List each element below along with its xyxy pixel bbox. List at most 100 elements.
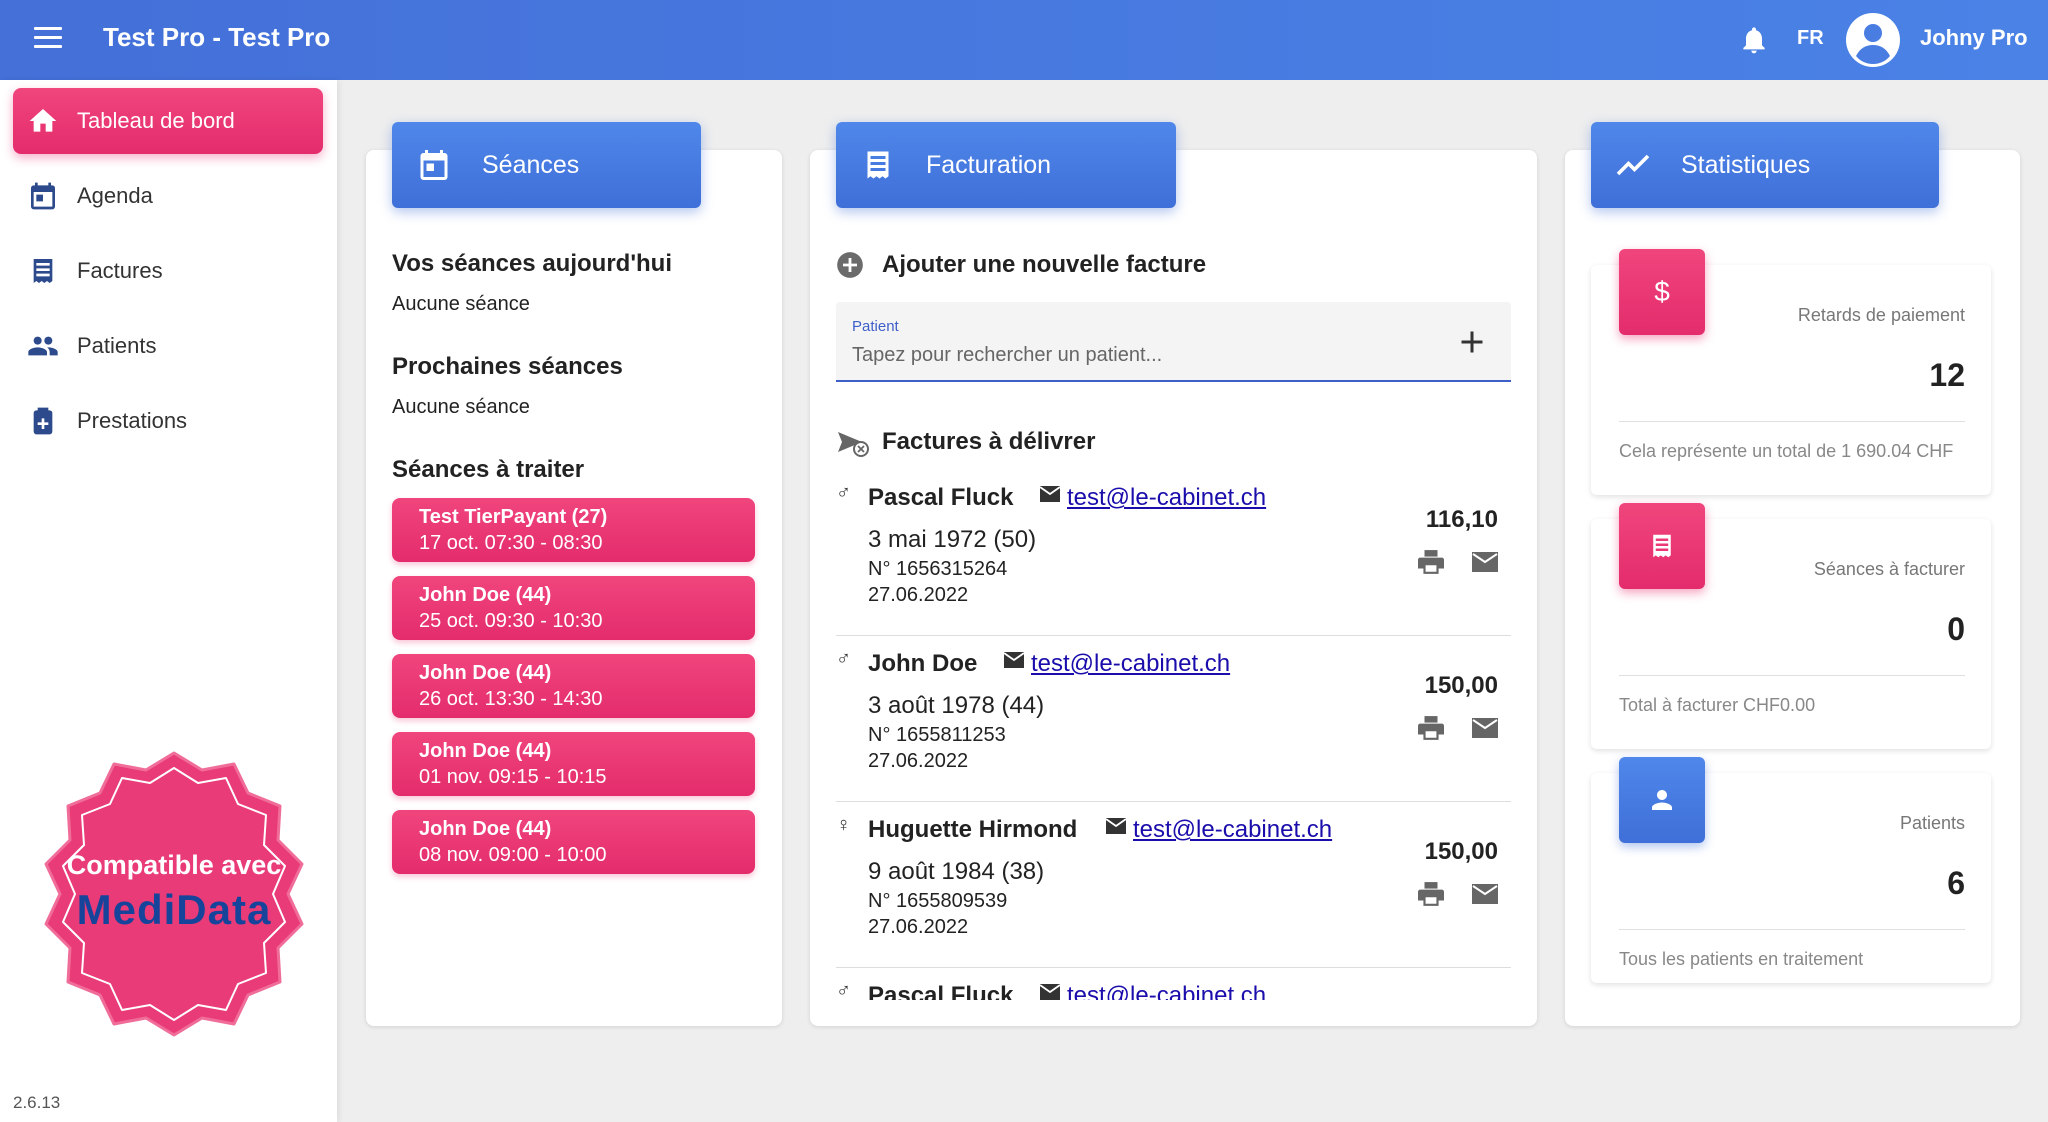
print-icon[interactable] <box>1418 882 1444 906</box>
session-patient: John Doe (44) <box>419 662 552 684</box>
patient-search-input[interactable] <box>852 340 1442 370</box>
language-switch[interactable]: FR <box>1797 27 1824 50</box>
patient-birthdate: 3 mai 1972 (50) <box>868 526 1037 553</box>
stat-value: 12 <box>1929 357 1965 393</box>
pending-session-item[interactable]: John Doe (44) 01 nov. 09:15 - 10:15 <box>392 732 755 796</box>
pending-session-item[interactable]: John Doe (44) 25 oct. 09:30 - 10:30 <box>392 576 755 640</box>
add-patient-icon[interactable] <box>1454 324 1490 360</box>
sidebar-item-label: Factures <box>77 258 163 283</box>
patient-name: Pascal Fluck <box>868 982 1014 1000</box>
sidebar: Tableau de bord Agenda Factures Patients… <box>0 80 337 1122</box>
add-invoice-title[interactable]: Ajouter une nouvelle facture <box>882 251 1206 279</box>
patient-field-label: Patient <box>852 318 899 335</box>
print-icon[interactable] <box>1418 716 1444 740</box>
send-email-icon[interactable] <box>1472 718 1498 738</box>
pending-session-item[interactable]: John Doe (44) 08 nov. 09:00 - 10:00 <box>392 810 755 874</box>
app-title: Test Pro - Test Pro <box>103 22 331 52</box>
session-time: 01 nov. 09:15 - 10:15 <box>419 766 607 788</box>
invoice-date: 27.06.2022 <box>868 916 969 938</box>
invoice-amount: 116,10 <box>1425 506 1498 533</box>
invoice-row[interactable]: ♂ Pascal Fluck test@le-cabinet.ch <box>836 968 1511 1000</box>
stat-footer: Total à facturer CHF0.00 <box>1619 695 1816 715</box>
next-sessions-title: Prochaines séances <box>392 353 623 380</box>
people-icon <box>28 336 58 356</box>
stat-label: Retards de paiement <box>1797 305 1965 325</box>
invoices-to-deliver-title: Factures à délivrer <box>882 428 1096 455</box>
patient-name: John Doe <box>868 650 978 677</box>
invoice-date: 27.06.2022 <box>868 750 969 772</box>
calendar-icon <box>420 150 448 180</box>
invoice-amount: 150,00 <box>1424 838 1498 865</box>
badge-line-2: MediData <box>76 886 272 933</box>
email-icon <box>1004 652 1024 668</box>
stat-footer: Tous les patients en traitement <box>1619 949 1864 969</box>
medical-kit-icon <box>33 407 53 435</box>
sessions-header-title: Séances <box>482 150 580 179</box>
pending-session-item[interactable]: John Doe (44) 26 oct. 13:30 - 14:30 <box>392 654 755 718</box>
session-patient: John Doe (44) <box>419 818 552 840</box>
no-send-icon <box>838 432 869 457</box>
patient-email-link[interactable]: test@le-cabinet.ch <box>1067 982 1266 1000</box>
print-icon[interactable] <box>1418 550 1444 574</box>
send-email-icon[interactable] <box>1472 884 1498 904</box>
statistics-header-title: Statistiques <box>1681 150 1811 179</box>
sidebar-item-patients[interactable]: Patients <box>13 313 323 379</box>
invoice-list: ♂ Pascal Fluck test@le-cabinet.ch 3 mai … <box>836 470 1511 1000</box>
send-email-icon[interactable] <box>1472 552 1498 572</box>
patient-name: Pascal Fluck <box>868 484 1014 511</box>
invoice-row[interactable]: ♂ John Doe test@le-cabinet.ch 3 août 197… <box>836 636 1511 802</box>
sidebar-item-label: Patients <box>77 333 157 358</box>
menu-icon[interactable] <box>34 27 62 49</box>
session-patient: John Doe (44) <box>419 584 552 606</box>
billing-header-title: Facturation <box>926 150 1052 179</box>
sidebar-item-invoices[interactable]: Factures <box>13 238 323 304</box>
patient-birthdate: 3 août 1978 (44) <box>868 692 1045 719</box>
invoice-number: N° 1655811253 <box>868 724 1006 746</box>
session-patient: Test TierPayant (27) <box>419 506 608 528</box>
stat-card-late-payments[interactable]: $ Retards de paiement 12 Cela représente… <box>1591 249 1991 495</box>
invoice-row[interactable]: ♂ Pascal Fluck test@le-cabinet.ch 3 mai … <box>836 470 1511 636</box>
divider <box>1619 675 1965 676</box>
patient-email-link[interactable]: test@le-cabinet.ch <box>1133 816 1332 844</box>
patient-search-field[interactable]: Patient <box>836 302 1511 382</box>
stat-card-sessions-to-bill[interactable]: Séances à facturer 0 Total à facturer CH… <box>1591 503 1991 749</box>
gender-male-icon: ♂ <box>836 482 851 504</box>
medidata-badge: Compatible avec MediData <box>34 748 314 1038</box>
invoice-icon <box>33 259 53 283</box>
stat-footer: Cela représente un total de 1 690.04 CHF <box>1619 441 1954 461</box>
pending-session-item[interactable]: Test TierPayant (27) 17 oct. 07:30 - 08:… <box>392 498 755 562</box>
gender-male-icon: ♂ <box>836 980 851 1000</box>
invoice-number: N° 1656315264 <box>868 558 1008 580</box>
sessions-card-header: Séances <box>392 122 701 208</box>
stat-label: Séances à facturer <box>1813 559 1965 579</box>
patient-email-link[interactable]: test@le-cabinet.ch <box>1031 650 1230 678</box>
app-version: 2.6.13 <box>13 1093 61 1112</box>
top-app-bar: Test Pro - Test Pro FR Johny Pro <box>0 0 2048 80</box>
sidebar-item-agenda[interactable]: Agenda <box>13 163 323 229</box>
receipt-icon <box>1619 503 1705 589</box>
invoice-date: 27.06.2022 <box>868 584 969 606</box>
patient-email-link[interactable]: test@le-cabinet.ch <box>1067 484 1266 512</box>
sidebar-item-services[interactable]: Prestations <box>13 388 323 454</box>
session-patient: John Doe (44) <box>419 740 552 762</box>
user-name[interactable]: Johny Pro <box>1920 25 2028 51</box>
email-icon <box>1040 984 1060 1000</box>
gender-male-icon: ♂ <box>836 648 851 670</box>
email-icon <box>1040 486 1060 502</box>
stat-card-patients[interactable]: Patients 6 Tous les patients en traiteme… <box>1591 757 1991 983</box>
pending-sessions-title: Séances à traiter <box>392 456 585 483</box>
home-icon <box>29 109 57 132</box>
calendar-icon <box>31 182 55 210</box>
gender-female-icon: ♀ <box>836 814 851 836</box>
session-time: 25 oct. 09:30 - 10:30 <box>419 610 603 632</box>
session-time: 17 oct. 07:30 - 08:30 <box>419 532 603 554</box>
person-icon <box>1619 757 1705 843</box>
email-icon <box>1106 818 1126 834</box>
notification-bell-icon[interactable] <box>1738 24 1770 56</box>
add-circle-icon[interactable] <box>836 251 864 279</box>
user-avatar-icon[interactable] <box>1845 12 1901 68</box>
invoice-row[interactable]: ♀ Huguette Hirmond test@le-cabinet.ch 9 … <box>836 802 1511 968</box>
invoice-amount: 150,00 <box>1424 672 1498 699</box>
sidebar-item-dashboard[interactable]: Tableau de bord <box>13 88 323 154</box>
stat-label: Patients <box>1899 813 1965 833</box>
